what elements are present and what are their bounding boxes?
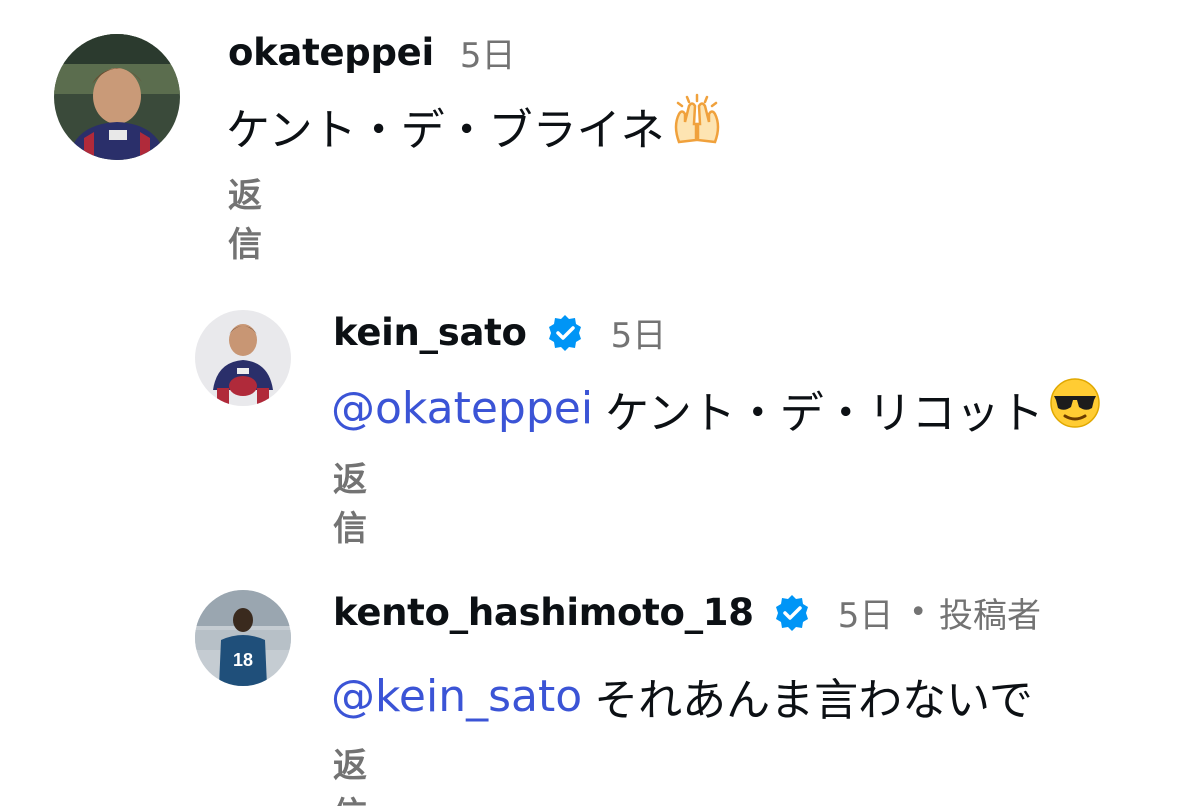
avatar-kento-hashimoto[interactable]: 18: [195, 590, 291, 686]
username[interactable]: kento_hashimoto_18: [333, 591, 754, 634]
author-tag: 投稿者: [939, 596, 1042, 636]
raised-hands-icon: [669, 92, 725, 159]
separator-dot: •: [909, 595, 928, 630]
comments-thread: okateppei 5日 ケント・デ・ブライネ 返信 kein_sato 5日 …: [0, 0, 1200, 806]
mention-link[interactable]: @okateppei: [331, 383, 593, 434]
svg-text:18: 18: [233, 650, 253, 670]
avatar-okateppei[interactable]: [54, 34, 180, 160]
verified-badge-icon: [772, 593, 812, 633]
comment-text: ケント・デ・ブライネ: [226, 92, 725, 159]
comment-meta: kento_hashimoto_18 5日 • 投稿者: [333, 588, 1041, 637]
comment-text-content: それあんま言わないで: [594, 675, 1033, 726]
sunglasses-face-icon: [1048, 376, 1102, 441]
comment-text-content: ケント・デ・リコット: [605, 387, 1044, 439]
timestamp: 5日: [459, 36, 516, 76]
reply-button[interactable]: 返信: [333, 452, 367, 550]
comment-meta: kein_sato 5日: [333, 308, 666, 357]
reply-button[interactable]: 返信: [333, 738, 367, 806]
mention-link[interactable]: @kein_sato: [331, 671, 582, 722]
comment-text: @okateppei ケント・デ・リコット: [331, 376, 1102, 441]
comment-text: @kein_sato それあんま言わないで: [331, 664, 1033, 728]
username[interactable]: okateppei: [228, 31, 434, 74]
timestamp: 5日: [610, 316, 667, 356]
verified-badge-icon: [545, 313, 585, 353]
username[interactable]: kein_sato: [333, 311, 527, 354]
comment-meta: okateppei 5日: [228, 28, 515, 77]
avatar-kein-sato[interactable]: [195, 310, 291, 406]
reply-button[interactable]: 返信: [228, 168, 262, 266]
timestamp: 5日: [837, 596, 894, 636]
comment-text-content: ケント・デ・ブライネ: [226, 104, 665, 156]
